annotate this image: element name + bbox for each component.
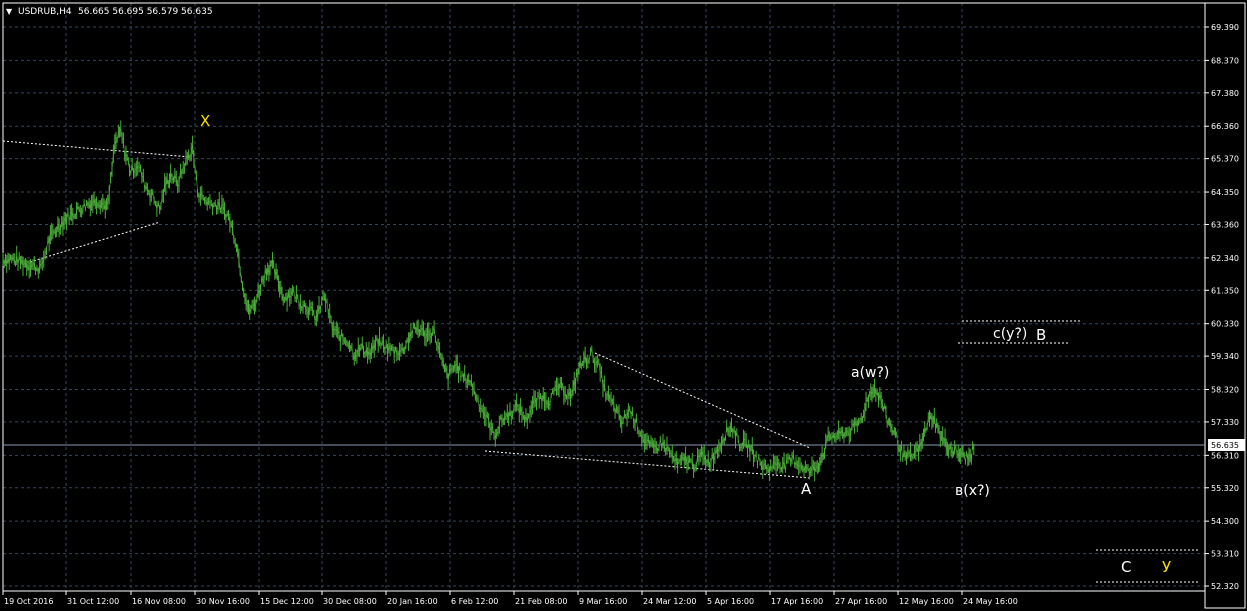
chart-background bbox=[0, 0, 1247, 611]
x-tick-label: 5 Apr 16:00 bbox=[707, 597, 754, 606]
x-tick-label: 17 Apr 16:00 bbox=[771, 597, 823, 606]
x-tick-label: 12 May 16:00 bbox=[899, 597, 954, 606]
y-tick-label: 63.360 bbox=[1211, 220, 1239, 229]
price-chart[interactable]: 69.390 68.370 67.380 66.360 65.370 64.350 63.3… bbox=[0, 0, 1247, 611]
y-tick-label: 68.370 bbox=[1211, 56, 1239, 65]
wave-label-bx: в(x?) bbox=[955, 483, 990, 499]
x-tick-label: 16 Nov 08:00 bbox=[132, 597, 186, 606]
ohlc-values: 56.665 56.695 56.579 56.635 bbox=[78, 7, 213, 17]
y-tick-label: 66.360 bbox=[1211, 122, 1239, 131]
wave-label-cy: c(y?) bbox=[993, 326, 1027, 342]
wave-label-c: C bbox=[1121, 558, 1131, 576]
x-tick-label: 30 Nov 16:00 bbox=[196, 597, 250, 606]
y-tick-label: 52.320 bbox=[1211, 582, 1239, 591]
y-tick-label: 59.340 bbox=[1211, 352, 1239, 361]
y-tick-label: 57.330 bbox=[1211, 418, 1239, 427]
x-tick-label: 27 Apr 16:00 bbox=[835, 597, 887, 606]
wave-label-a: A bbox=[801, 480, 812, 498]
y-tick-label: 65.370 bbox=[1211, 155, 1239, 164]
dropdown-arrow-icon[interactable]: ▼ bbox=[6, 7, 13, 16]
wave-label-y: У bbox=[1162, 558, 1171, 576]
x-tick-label: 21 Feb 08:00 bbox=[515, 597, 567, 606]
wave-label-b: B bbox=[1036, 326, 1046, 344]
y-tick-label: 67.380 bbox=[1211, 89, 1239, 98]
y-tick-label: 62.340 bbox=[1211, 254, 1239, 263]
y-tick-label: 55.320 bbox=[1211, 484, 1239, 493]
x-tick-label: 9 Mar 16:00 bbox=[579, 597, 627, 606]
x-tick-label: 24 May 16:00 bbox=[963, 597, 1018, 606]
y-tick-label: 54.300 bbox=[1211, 517, 1239, 526]
y-tick-label: 69.390 bbox=[1211, 23, 1239, 32]
wave-label-x: X bbox=[200, 112, 210, 130]
y-tick-label: 64.350 bbox=[1211, 188, 1239, 197]
wave-label-aw: a(w?) bbox=[851, 365, 889, 381]
y-tick-label: 61.350 bbox=[1211, 286, 1239, 295]
y-tick-label: 56.310 bbox=[1211, 451, 1239, 460]
y-tick-label: 58.320 bbox=[1211, 386, 1239, 395]
x-tick-label: 20 Jan 16:00 bbox=[387, 597, 438, 606]
current-price-value: 56.635 bbox=[1211, 441, 1239, 450]
y-tick-label: 60.330 bbox=[1211, 320, 1239, 329]
x-tick-label: 6 Feb 12:00 bbox=[451, 597, 498, 606]
x-tick-label: 30 Dec 08:00 bbox=[323, 597, 377, 606]
y-tick-label: 53.310 bbox=[1211, 550, 1239, 559]
x-tick-label: 24 Mar 12:00 bbox=[643, 597, 696, 606]
symbol-label: USDRUB,H4 bbox=[18, 7, 72, 17]
x-tick-label: 15 Dec 12:00 bbox=[260, 597, 314, 606]
x-tick-label: 19 Oct 2016 bbox=[4, 597, 53, 606]
x-tick-label: 31 Oct 12:00 bbox=[67, 597, 119, 606]
